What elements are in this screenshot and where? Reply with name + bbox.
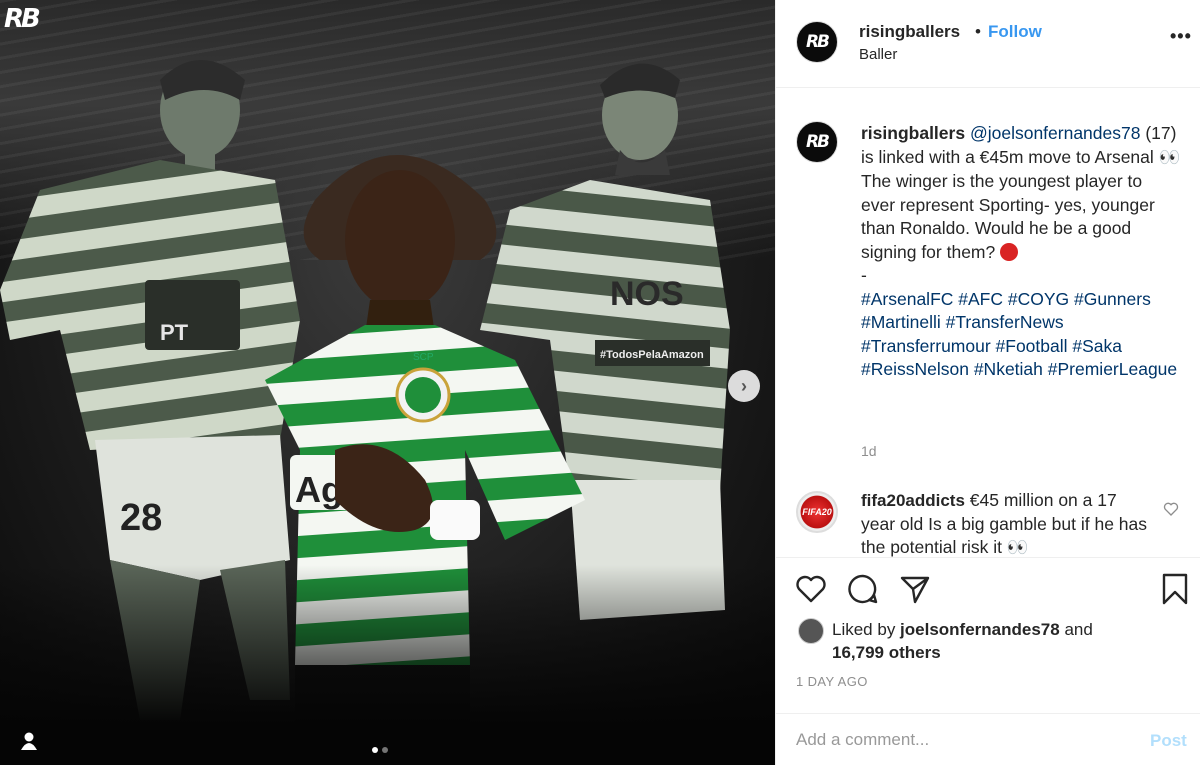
caption-time: 1d	[861, 443, 877, 459]
caption-hashtags[interactable]: #ArsenalFC #AFC #COYG #Gunners #Martinel…	[861, 288, 1181, 382]
commenter-username[interactable]: fifa20addicts	[861, 491, 965, 510]
carousel-dot-active	[372, 747, 378, 753]
add-comment-bar: Post	[776, 713, 1200, 765]
follow-button[interactable]: Follow	[988, 22, 1042, 42]
caption-username[interactable]: risingballers	[861, 123, 965, 143]
player-left-number: 28	[120, 497, 162, 539]
heart-icon[interactable]	[794, 572, 828, 606]
chevron-right-icon: ›	[741, 375, 747, 396]
bookmark-icon[interactable]	[1158, 572, 1192, 606]
likes-prefix: Liked by	[832, 620, 901, 639]
comment-icon[interactable]	[846, 572, 880, 606]
comments-area: RB risingballers @joelsonfernandes78 (17…	[776, 89, 1200, 557]
separator-dot: •	[975, 22, 981, 41]
carousel-next-button[interactable]: ›	[728, 370, 760, 402]
eyes-emoji: 👀	[1006, 538, 1029, 557]
comment-input[interactable]	[796, 726, 1126, 754]
likes-summary: Liked by joelsonfernandes78 and 16,799 o…	[832, 618, 1093, 664]
risingballers-logo: RB	[4, 4, 41, 34]
carousel-indicator	[372, 747, 388, 753]
comment-text: fifa20addicts €45 million on a 17 year o…	[861, 489, 1151, 557]
likes-middle: and	[1059, 620, 1093, 639]
caption-mention[interactable]: @joelsonfernandes78	[970, 123, 1141, 143]
liker-avatar[interactable]	[798, 618, 824, 644]
likes-count[interactable]: 16,799 others	[832, 643, 941, 662]
carousel-dot	[382, 747, 388, 753]
player-left-sponsor: PT	[160, 320, 189, 345]
post-sidebar: RB risingballers • Follow Baller ••• RB …	[775, 0, 1200, 765]
red-circle-emoji	[1000, 242, 1019, 261]
post-image[interactable]: PT 28 NOS #TodosPelaAmazon SCP RB ›	[0, 0, 775, 765]
author-username[interactable]: risingballers	[859, 22, 960, 42]
image-vignette	[0, 565, 775, 765]
commenter-avatar[interactable]: FIFA20	[796, 491, 838, 533]
eyes-emoji: 👀	[1158, 147, 1181, 168]
post-comment-button[interactable]: Post	[1150, 731, 1187, 751]
more-options-icon[interactable]: •••	[1170, 26, 1192, 47]
author-subtitle: Baller	[859, 46, 898, 63]
author-avatar[interactable]: RB	[796, 21, 838, 63]
post-header: RB risingballers • Follow Baller •••	[776, 0, 1200, 88]
caption-dash: -	[861, 265, 867, 285]
user-tag-icon[interactable]	[18, 730, 40, 752]
player-center-badge: SCP	[413, 352, 434, 363]
post-actions: Liked by joelsonfernandes78 and 16,799 o…	[776, 557, 1200, 697]
liker-username[interactable]: joelsonfernandes78	[900, 620, 1060, 639]
comment-like-icon[interactable]	[1163, 501, 1179, 517]
post-timestamp: 1 DAY AGO	[796, 674, 868, 689]
caption-text: risingballers @joelsonfernandes78 (17) i…	[861, 122, 1181, 382]
share-icon[interactable]	[898, 572, 932, 606]
caption-avatar[interactable]: RB	[796, 121, 838, 163]
